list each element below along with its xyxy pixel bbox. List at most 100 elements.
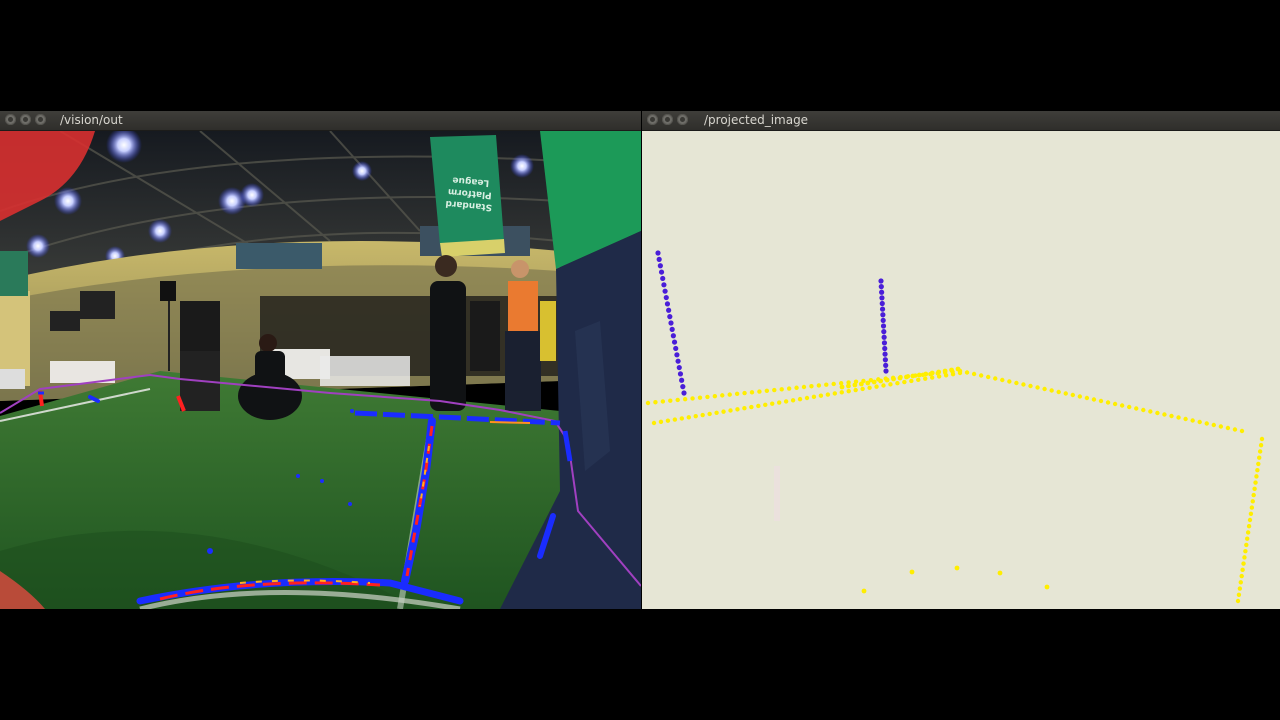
point: [665, 418, 671, 423]
point: [936, 369, 942, 375]
maximize-icon[interactable]: [35, 114, 46, 125]
point: [1238, 580, 1243, 585]
point: [881, 329, 887, 335]
point: [832, 391, 838, 396]
point: [1190, 418, 1195, 423]
projected-image-window: /projected_image: [642, 111, 1280, 609]
point: [882, 351, 888, 357]
point: [679, 416, 685, 421]
point: [700, 412, 705, 418]
point: [672, 417, 678, 422]
point: [895, 381, 900, 386]
minimize-icon[interactable]: [662, 114, 673, 125]
point: [1183, 416, 1188, 422]
point: [1249, 505, 1255, 510]
point: [883, 368, 889, 374]
point: [1127, 404, 1132, 410]
point: [888, 382, 893, 387]
point: [1218, 424, 1224, 429]
point: [942, 368, 948, 374]
projected-image: [642, 131, 1280, 609]
point: [881, 340, 888, 346]
point: [756, 403, 761, 409]
close-icon[interactable]: [647, 114, 658, 125]
point: [1242, 555, 1247, 560]
window-titlebar[interactable]: /vision/out: [0, 111, 641, 131]
point: [673, 345, 679, 352]
point: [1091, 397, 1097, 402]
point: [811, 394, 817, 400]
point: [668, 398, 673, 403]
point: [879, 306, 886, 312]
point: [1077, 394, 1083, 399]
point: [1112, 401, 1118, 407]
point: [779, 387, 784, 392]
point: [1148, 409, 1153, 414]
point: [1237, 586, 1243, 591]
point: [816, 383, 822, 388]
point: [742, 390, 747, 396]
point: [712, 393, 718, 399]
point: [879, 289, 885, 295]
window-title: /vision/out: [60, 113, 123, 127]
point: [871, 379, 877, 385]
point: [660, 275, 666, 282]
point: [707, 411, 712, 417]
point: [670, 333, 676, 339]
stray-point: [954, 565, 960, 571]
point: [662, 288, 668, 294]
point: [1119, 403, 1125, 408]
point: [727, 392, 732, 397]
point: [923, 371, 929, 377]
point: [682, 396, 688, 402]
point: [669, 326, 675, 332]
point: [763, 402, 768, 408]
point: [770, 401, 775, 406]
point: [1000, 377, 1005, 383]
point: [1169, 413, 1174, 419]
point: [881, 334, 887, 340]
point: [1063, 391, 1068, 396]
point: [818, 393, 824, 398]
point: [655, 250, 661, 256]
window-titlebar[interactable]: /projected_image: [642, 111, 1280, 131]
point: [1241, 561, 1246, 566]
point: [874, 384, 879, 389]
point: [879, 300, 885, 307]
point: [904, 374, 909, 380]
point: [1232, 427, 1238, 432]
point: [853, 387, 858, 393]
point: [957, 368, 963, 374]
point: [657, 263, 663, 269]
point: [923, 376, 928, 381]
point: [1256, 461, 1261, 467]
point: [690, 396, 695, 401]
point: [656, 256, 662, 262]
point: [1258, 443, 1264, 448]
point: [1014, 380, 1019, 386]
point: [686, 415, 691, 420]
point: [929, 375, 935, 380]
maximize-icon[interactable]: [677, 114, 688, 125]
point: [693, 413, 698, 419]
point: [986, 374, 991, 380]
point: [1049, 388, 1054, 393]
point: [794, 385, 799, 390]
point: [1141, 407, 1146, 413]
point: [929, 370, 935, 376]
point: [884, 377, 890, 383]
point: [1176, 415, 1181, 420]
point: [664, 301, 671, 307]
point: [880, 323, 887, 329]
point: [728, 408, 733, 413]
point: [1155, 410, 1160, 416]
minimize-icon[interactable]: [20, 114, 31, 125]
close-icon[interactable]: [5, 114, 16, 125]
point: [1252, 486, 1257, 492]
point: [658, 269, 665, 275]
point: [881, 383, 886, 388]
point: [809, 384, 814, 389]
point: [825, 392, 831, 397]
camera-image: Standard Platform League: [0, 131, 641, 609]
point: [936, 374, 942, 379]
